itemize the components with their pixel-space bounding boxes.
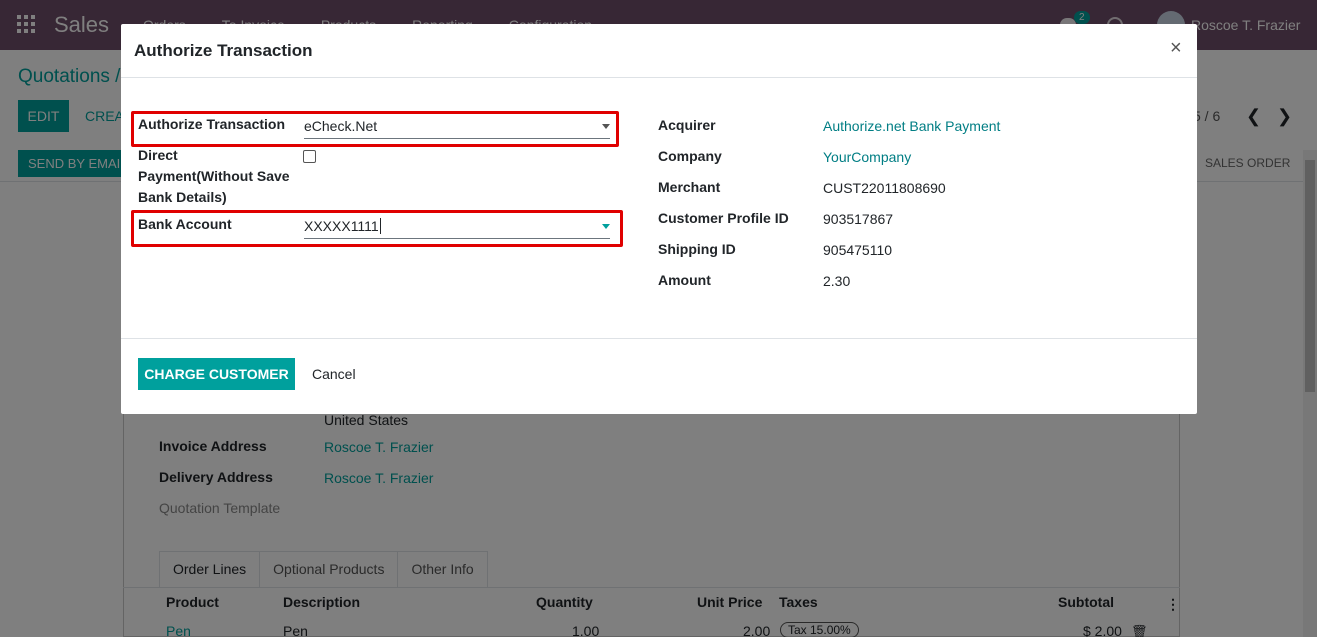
- direct-payment-label-line1: Direct: [138, 147, 178, 163]
- merchant-value: CUST22011808690: [823, 180, 946, 196]
- merchant-label: Merchant: [658, 179, 721, 195]
- acquirer-label: Acquirer: [658, 117, 716, 133]
- amount-value: 2.30: [823, 273, 851, 289]
- highlight-box-authorize-transaction: [131, 111, 619, 147]
- customer-profile-id-value: 903517867: [823, 211, 894, 227]
- shipping-id-value: 905475110: [823, 242, 893, 258]
- highlight-box-bank-account: [131, 210, 623, 247]
- customer-profile-id-label: Customer Profile ID: [658, 210, 789, 226]
- company-link[interactable]: YourCompany: [823, 149, 911, 165]
- authorize-transaction-dialog: Authorize Transaction × Authorize Transa…: [121, 24, 1197, 414]
- modal-footer: CHARGE CUSTOMER Cancel: [121, 338, 1197, 414]
- modal-title: Authorize Transaction: [134, 41, 313, 60]
- close-icon[interactable]: ×: [1170, 37, 1182, 60]
- direct-payment-label-line3: Bank Details): [138, 189, 227, 205]
- acquirer-link[interactable]: Authorize.net Bank Payment: [823, 118, 1000, 134]
- direct-payment-checkbox[interactable]: [303, 150, 316, 163]
- modal-header: Authorize Transaction ×: [121, 24, 1197, 78]
- direct-payment-label-line2: Payment(Without Save: [138, 168, 290, 184]
- company-label: Company: [658, 148, 722, 164]
- shipping-id-label: Shipping ID: [658, 241, 736, 257]
- amount-label: Amount: [658, 272, 711, 288]
- cancel-button[interactable]: Cancel: [312, 366, 356, 382]
- charge-customer-button[interactable]: CHARGE CUSTOMER: [138, 358, 295, 390]
